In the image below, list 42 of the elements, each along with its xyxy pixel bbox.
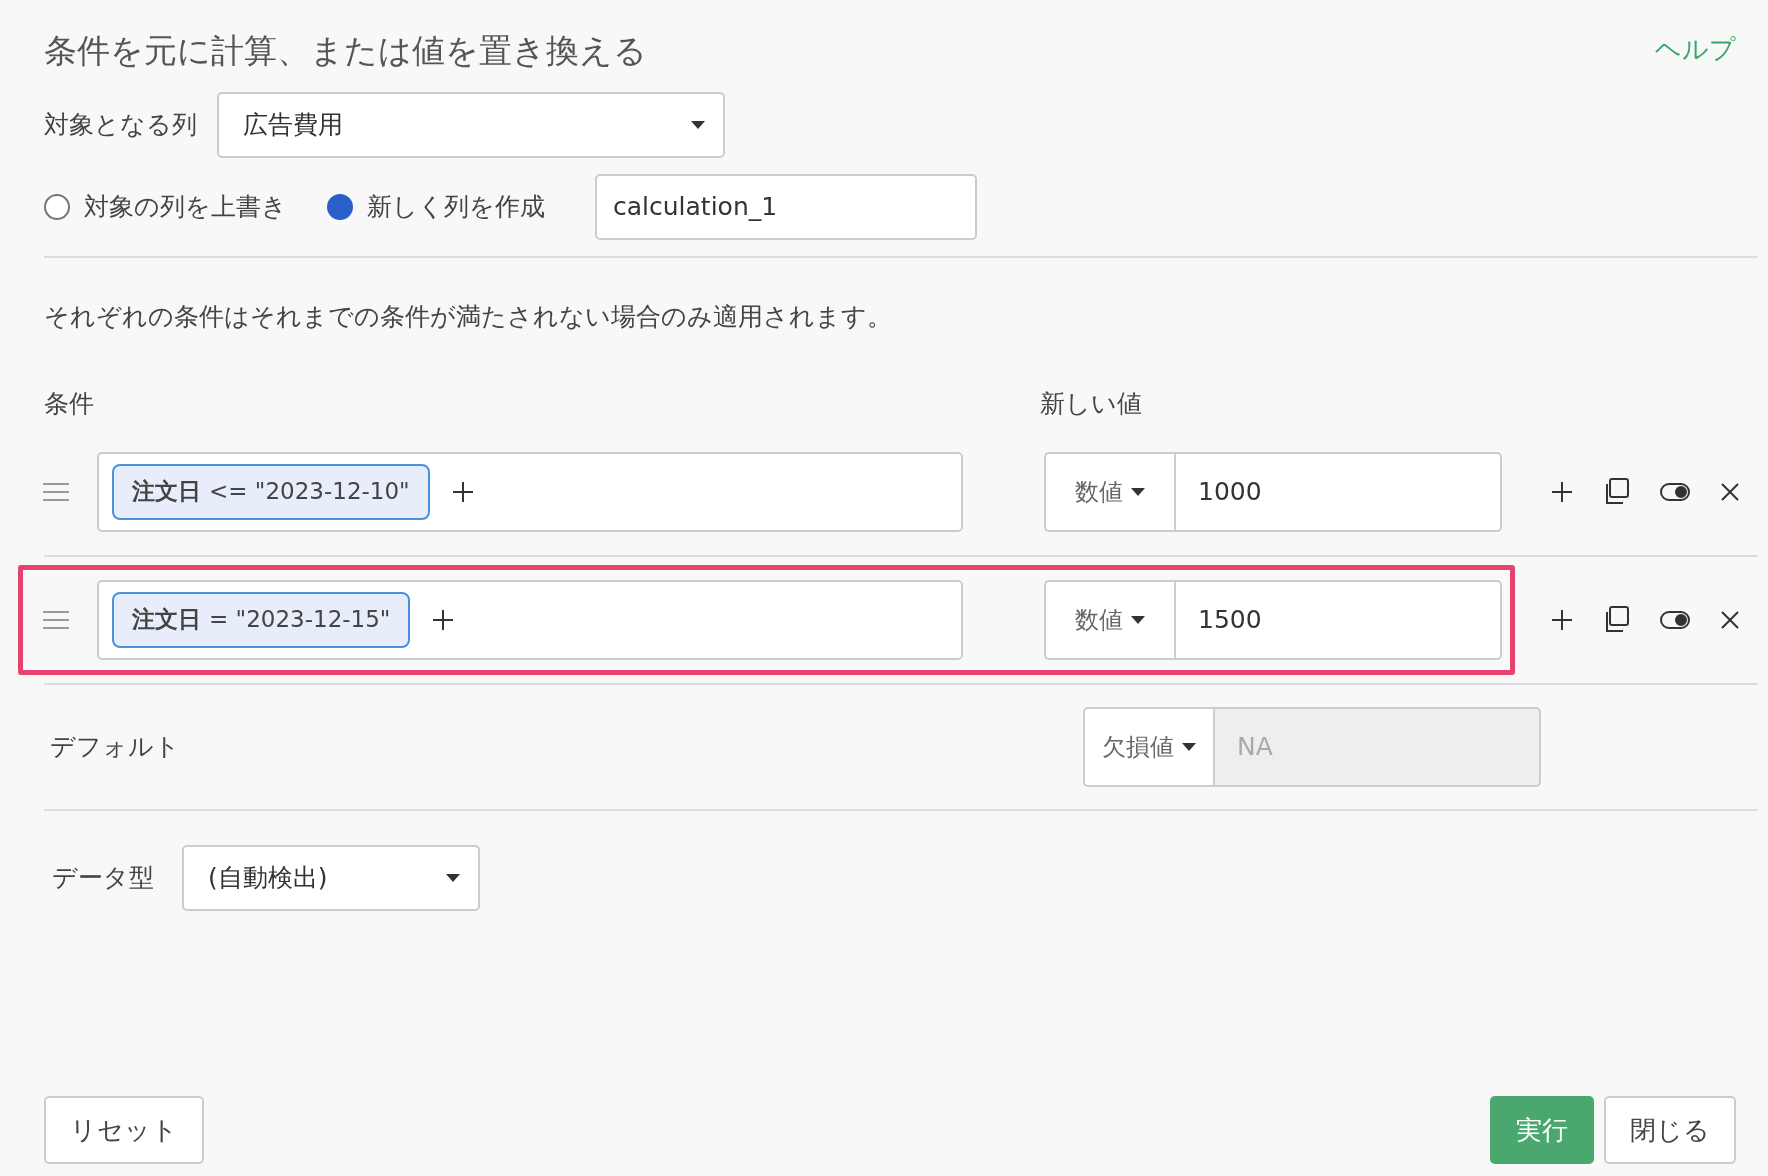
- column-header: 新しい値: [1040, 388, 1142, 420]
- radio-button[interactable]: [327, 193, 353, 220]
- add-icon[interactable]: [1551, 608, 1573, 631]
- add-condition-icon[interactable]: [451, 480, 474, 503]
- add-condition-icon[interactable]: [432, 608, 455, 631]
- caret-icon: [691, 120, 705, 129]
- field-label: 対象となる列: [44, 108, 197, 141]
- caret-icon: [1131, 615, 1145, 624]
- add-icon[interactable]: [1551, 480, 1573, 503]
- close-icon[interactable]: [1720, 609, 1740, 630]
- column-header: 条件: [44, 388, 95, 420]
- dialog-title: 条件を元に計算、または値を置き換える: [44, 30, 647, 72]
- caret-icon: [446, 873, 460, 882]
- reset-button[interactable]: リセット: [44, 1096, 204, 1164]
- default-label: デフォルト: [50, 730, 180, 763]
- copy-icon[interactable]: [1603, 606, 1630, 633]
- note-text: それぞれの条件はそれまでの条件が満たされない場合のみ適用されます。: [44, 300, 893, 333]
- caret-icon: [1131, 487, 1145, 496]
- drag-handle-icon[interactable]: [43, 481, 69, 502]
- value-field: NA: [1213, 706, 1541, 787]
- condition-chip[interactable]: 注文日 <= "2023-12-10": [112, 463, 430, 520]
- condition-field[interactable]: 注文日 = "2023-12-15": [97, 579, 963, 660]
- value-type-select[interactable]: 数値: [1044, 579, 1174, 660]
- value-field[interactable]: 1000: [1174, 451, 1502, 532]
- drag-handle-icon[interactable]: [43, 609, 69, 630]
- column-name-field[interactable]: calculation_1: [595, 173, 977, 240]
- close-icon[interactable]: [1720, 481, 1740, 502]
- toggle-icon[interactable]: [1660, 608, 1690, 631]
- value-type-select[interactable]: 数値: [1044, 451, 1174, 532]
- value-field[interactable]: 1500: [1174, 579, 1502, 660]
- caret-icon: [1182, 742, 1196, 751]
- copy-icon[interactable]: [1603, 478, 1630, 505]
- toggle-icon[interactable]: [1660, 480, 1690, 503]
- radio-option[interactable]: 対象の列を上書き: [44, 187, 287, 226]
- column-select[interactable]: 広告費用: [217, 91, 725, 158]
- condition-chip[interactable]: 注文日 = "2023-12-15": [112, 591, 411, 648]
- close-button[interactable]: 閉じる: [1604, 1096, 1736, 1164]
- radio-option[interactable]: 新しく列を作成: [327, 187, 545, 226]
- condition-field[interactable]: 注文日 <= "2023-12-10": [97, 451, 963, 532]
- field-label: データ型: [52, 861, 154, 894]
- data-type-select[interactable]: (自動検出): [182, 844, 480, 911]
- radio-button[interactable]: [44, 193, 70, 220]
